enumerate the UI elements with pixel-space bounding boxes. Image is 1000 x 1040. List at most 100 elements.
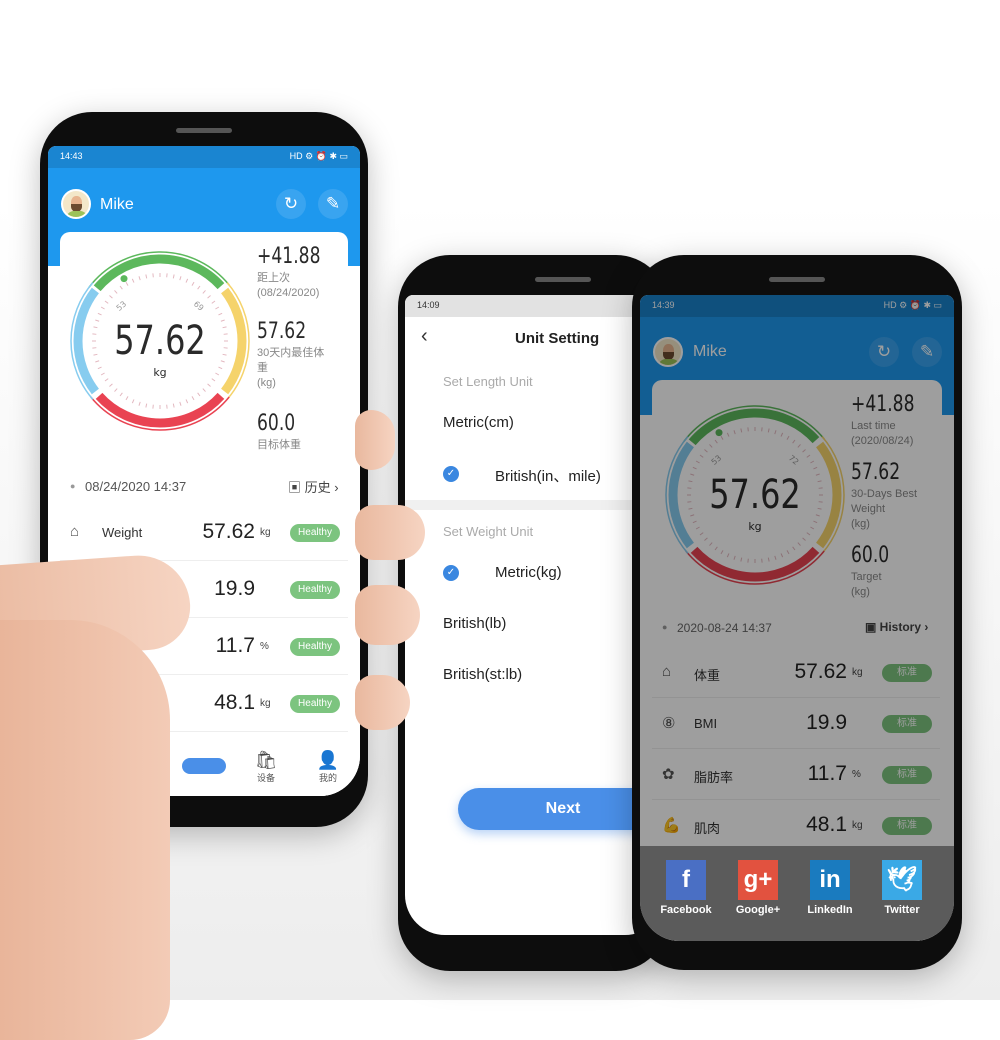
section-divider xyxy=(405,500,665,510)
gauge-tick xyxy=(223,327,227,328)
status-time: 14:43 xyxy=(60,151,83,163)
next-label: Next xyxy=(546,800,581,817)
gauge-tick xyxy=(93,327,97,328)
gauge-tick xyxy=(139,402,140,406)
history-link[interactable]: ▣ 历史 › xyxy=(288,477,339,496)
gauge-tick xyxy=(120,286,122,289)
speaker xyxy=(769,277,825,282)
gauge-tick xyxy=(215,373,218,375)
gauge-tick xyxy=(180,276,181,280)
measure-datetime: 08/24/2020 14:37 xyxy=(85,479,186,494)
stat-value: +41.88 xyxy=(257,244,321,269)
gauge-tick xyxy=(93,354,97,355)
option-british-st-lb[interactable]: British(st:lb) xyxy=(443,666,522,683)
nav-profile[interactable]: 👤我的 xyxy=(302,750,354,784)
option-metric-kg[interactable]: Metric(kg) xyxy=(495,564,562,581)
nav-device[interactable]: 🛍设备 xyxy=(240,750,292,784)
gauge-tick xyxy=(132,399,134,403)
stat-value: 57.62 xyxy=(257,319,306,344)
nav-scale[interactable] xyxy=(178,750,230,774)
stat-label: (08/24/2020) xyxy=(257,286,319,301)
twitter-icon: 🕊 xyxy=(882,860,922,900)
history-label: 历史 xyxy=(305,480,331,495)
gauge-tick xyxy=(101,373,104,375)
status-badge: Healthy xyxy=(290,638,340,656)
gauge-tick xyxy=(105,301,108,303)
dim-overlay xyxy=(640,295,954,941)
gauge-tick xyxy=(98,367,102,369)
gauge-tick xyxy=(218,313,222,315)
status-icons: HD ⚙ ⏰ ✱ ▭ xyxy=(290,151,348,163)
gauge-tick xyxy=(98,313,102,315)
metric-unit: kg xyxy=(260,527,271,538)
gauge-tick xyxy=(114,389,117,392)
gauge-tick xyxy=(120,393,122,396)
weight-icon: ⌂ xyxy=(70,523,79,540)
share-linkedin[interactable]: inLinkedIn xyxy=(798,860,862,916)
gauge-tick xyxy=(192,396,194,399)
back-button[interactable]: ‹ xyxy=(421,325,428,348)
googleplus-icon: g+ xyxy=(738,860,778,900)
user-name: Mike xyxy=(100,196,134,214)
option-british-lb[interactable]: British(lb) xyxy=(443,615,506,632)
speaker xyxy=(176,128,232,133)
stat-value: 60.0 xyxy=(257,411,295,436)
gauge-tick xyxy=(139,276,140,280)
option-british-in-mile[interactable]: British(in、mile) xyxy=(495,465,601,486)
refresh-icon[interactable]: ↻ xyxy=(276,189,306,219)
share-label: LinkedIn xyxy=(798,904,862,916)
status-badge: Healthy xyxy=(290,524,340,542)
option-metric-cm[interactable]: Metric(cm) xyxy=(443,414,514,431)
edit-icon[interactable]: ✎ xyxy=(318,189,348,219)
gauge-tick xyxy=(132,279,134,283)
avatar[interactable] xyxy=(61,189,91,219)
gauge-tick xyxy=(126,396,128,399)
status-badge: Healthy xyxy=(290,695,340,713)
share-label: Google+ xyxy=(726,904,790,916)
metric-unit: kg xyxy=(260,698,271,709)
metric-label: Weight xyxy=(102,525,142,540)
stat-label: 目标体重 xyxy=(257,438,301,453)
weight-gauge: 57.62kg5369 xyxy=(65,246,255,436)
gauge-tick xyxy=(186,399,188,403)
gauge-tick-low: 53 xyxy=(115,299,129,312)
metric-value: 57.62 xyxy=(155,520,255,544)
status-bar: 14:43 HD ⚙ ⏰ ✱ ▭ xyxy=(48,146,360,168)
share-sheet: fFacebook g+ Google+ inLinkedIn🕊Twitter xyxy=(640,846,954,941)
gauge-tick xyxy=(105,379,108,381)
speaker xyxy=(535,277,591,282)
stat-label: 重 xyxy=(257,361,268,376)
gauge-tick xyxy=(212,379,215,381)
page-title: Unit Setting xyxy=(515,330,599,347)
stat-label: 30天内最佳体 xyxy=(257,346,324,361)
gauge-tick xyxy=(146,404,147,408)
stat-label: (kg) xyxy=(257,376,276,391)
gauge-tick xyxy=(95,361,99,362)
gauge-tick xyxy=(109,384,112,387)
metric-row[interactable]: ⌂ Weight 57.62 kg Healthy xyxy=(60,504,348,561)
gauge-tick xyxy=(95,320,99,321)
gauge-tick xyxy=(212,301,215,303)
share-facebook[interactable]: fFacebook xyxy=(654,860,718,916)
stat-label: 距上次 xyxy=(257,271,290,286)
status-time: 14:09 xyxy=(417,300,440,312)
gauge-tick xyxy=(215,307,218,309)
share-twitter[interactable]: 🕊Twitter xyxy=(870,860,934,916)
device-icon: 🛍 xyxy=(240,750,292,771)
status-badge: Healthy xyxy=(290,581,340,599)
unit-setting-screen: 14:09 ‹ Unit Setting Set Length Unit Met… xyxy=(405,295,665,935)
gauge-tick xyxy=(146,274,147,278)
gauge-tick xyxy=(173,404,174,408)
gauge-tick xyxy=(198,286,200,289)
share-googleplus[interactable]: g+ Google+ xyxy=(726,860,790,916)
gauge-tick xyxy=(109,295,112,298)
gauge-tick xyxy=(208,295,211,298)
check-icon: ✓ xyxy=(443,466,459,482)
gauge-tick xyxy=(221,361,225,362)
gauge-tick xyxy=(198,393,200,396)
check-icon: ✓ xyxy=(443,565,459,581)
gauge-tick xyxy=(114,290,117,293)
middle-phone: 14:09 ‹ Unit Setting Set Length Unit Met… xyxy=(398,255,668,971)
gauge-tick xyxy=(203,389,206,392)
nav-label: 我的 xyxy=(302,771,354,784)
